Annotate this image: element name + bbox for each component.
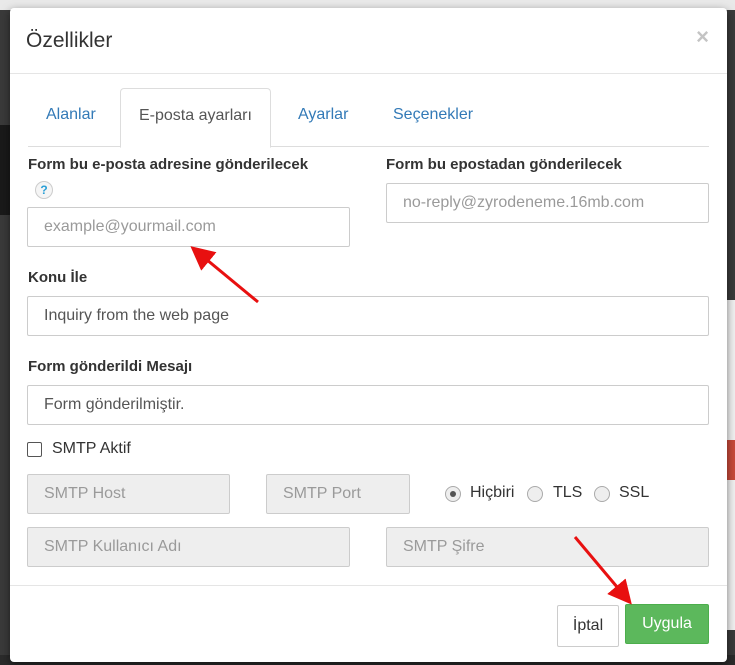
tab-email-settings[interactable]: E-posta ayarları [120,88,271,148]
smtp-enabled-checkbox[interactable] [27,442,42,457]
dialog-footer [10,585,727,662]
subject-input[interactable]: Inquiry from the web page [27,296,709,336]
help-icon[interactable]: ? [35,181,53,199]
encryption-ssl-label: SSL [619,484,650,501]
encryption-tls-label: TLS [553,484,583,501]
smtp-password-input[interactable]: SMTP Şifre [386,527,709,567]
tab-settings[interactable]: Ayarlar [298,88,348,147]
properties-dialog: Özellikler × Alanlar E-posta ayarları Ay… [10,8,727,662]
dialog-header: Özellikler × [10,8,727,74]
backdrop-left [0,125,10,215]
to-email-input[interactable]: example@yourmail.com [27,207,350,247]
apply-button[interactable]: Uygula [625,604,709,644]
from-email-label: Form bu epostadan gönderilecek [386,156,622,173]
encryption-none-radio[interactable] [445,486,461,502]
encryption-none-label: Hiçbiri [470,484,515,501]
smtp-host-input[interactable]: SMTP Host [27,474,230,514]
sent-message-input[interactable]: Form gönderilmiştir. [27,385,709,425]
smtp-username-input[interactable]: SMTP Kullanıcı Adı [27,527,350,567]
encryption-tls-radio[interactable] [527,486,543,502]
sent-message-label: Form gönderildi Mesajı [28,358,193,375]
from-email-input[interactable]: no-reply@zyrodeneme.16mb.com [386,183,709,223]
backdrop-right-accent [727,440,735,480]
smtp-port-input[interactable]: SMTP Port [266,474,410,514]
close-icon[interactable]: × [696,24,709,50]
to-email-label: Form bu e-posta adresine gönderilecek [28,156,309,173]
encryption-ssl-radio[interactable] [594,486,610,502]
subject-label: Konu İle [28,269,88,286]
dialog-title: Özellikler [26,29,113,52]
smtp-enabled-label: SMTP Aktif [52,440,131,457]
cancel-button[interactable]: İptal [557,605,619,647]
tab-bar: Alanlar E-posta ayarları Ayarlar Seçenek… [28,88,709,148]
tab-options[interactable]: Seçenekler [393,88,473,147]
tab-fields[interactable]: Alanlar [46,88,96,147]
